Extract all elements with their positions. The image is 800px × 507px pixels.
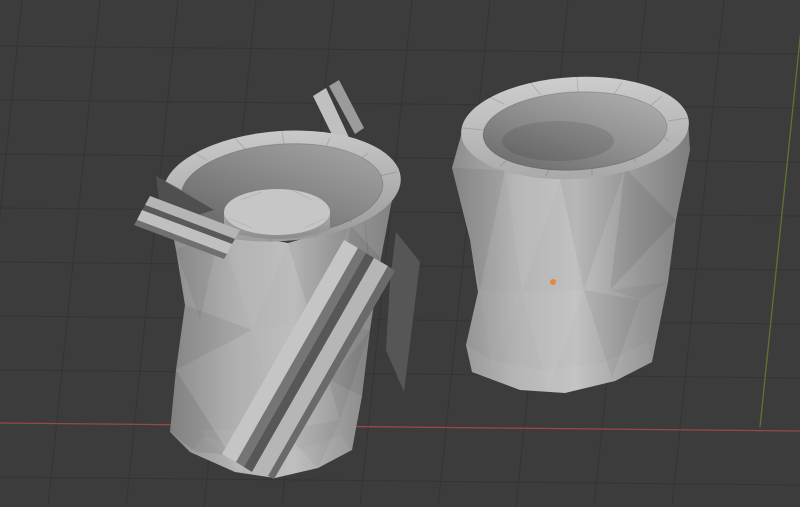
y-axis-line	[759, 32, 800, 428]
grid-line	[0, 0, 23, 220]
grid-line	[0, 207, 800, 217]
back-ridge-sliver	[386, 232, 420, 392]
object-twisted-cup[interactable]	[134, 80, 420, 479]
inner-floor-shadow	[502, 121, 614, 161]
object-plain-cup[interactable]	[452, 71, 692, 393]
grid-line	[671, 0, 725, 507]
grid-line	[0, 45, 800, 55]
origin-dot	[550, 279, 556, 285]
core-cylinder-top	[224, 189, 330, 235]
scene-canvas[interactable]	[0, 0, 800, 507]
viewport-3d[interactable]	[0, 0, 800, 507]
grid-line	[0, 476, 800, 486]
grid-line	[47, 0, 101, 507]
